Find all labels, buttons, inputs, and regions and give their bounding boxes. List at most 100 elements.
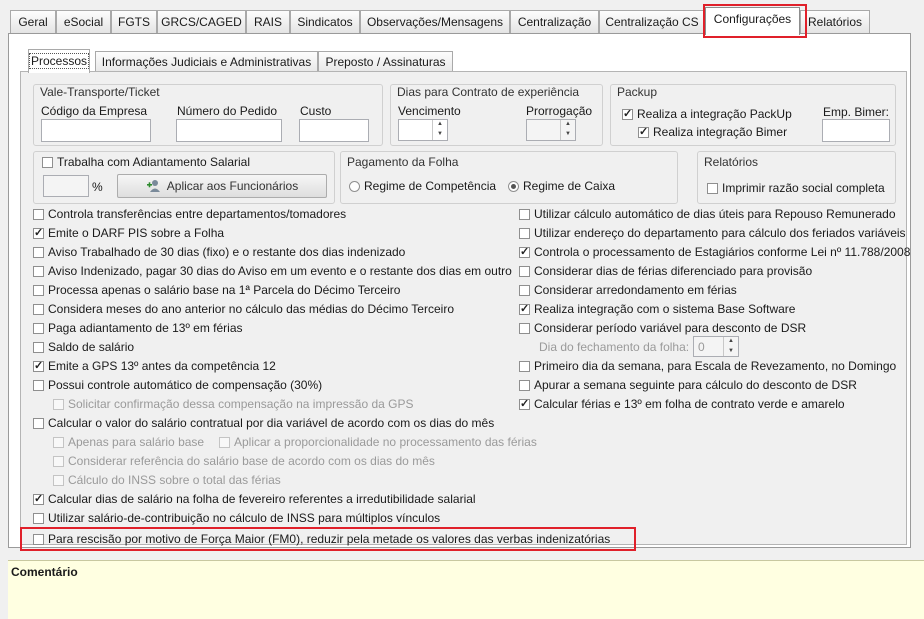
adiantamento-percent-input[interactable]: [43, 175, 89, 197]
option-confirmacao-compensacao[interactable]: Solicitar confirmação dessa compensação …: [53, 396, 414, 412]
option-label: Saldo de salário: [48, 340, 135, 354]
option-salario-dia-variavel[interactable]: Calcular o valor do salário contratual p…: [33, 415, 494, 431]
dia-fechamento-value: 0: [698, 340, 705, 354]
bimer-integracao-label: Realiza integração Bimer: [653, 125, 788, 139]
option-inss-total-ferias[interactable]: Cálculo do INSS sobre o total das férias: [53, 472, 281, 488]
spin-up-icon[interactable]: ▲: [561, 120, 575, 130]
checkbox-icon: [53, 437, 64, 448]
option-semana-seguinte-dsr[interactable]: Apurar a semana seguinte para cálculo do…: [519, 377, 857, 393]
option-apenas-salario-base[interactable]: Apenas para salário base: [53, 434, 204, 450]
option-verde-amarelo[interactable]: Calcular férias e 13º em folha de contra…: [519, 396, 845, 412]
option-ferias-diferenciado[interactable]: Considerar dias de férias diferenciado p…: [519, 263, 812, 279]
tab-grcs-caged[interactable]: GRCS/CAGED: [157, 10, 246, 33]
option-aviso-trabalhado[interactable]: Aviso Trabalhado de 30 dias (fixo) e o r…: [33, 244, 405, 260]
option-endereco-departamento[interactable]: Utilizar endereço do departamento para c…: [519, 225, 906, 241]
option-controle-compensacao[interactable]: Possui controle automático de compensaçã…: [33, 377, 322, 393]
checkbox-icon: [33, 247, 44, 258]
option-periodo-variavel-dsr[interactable]: Considerar período variável para descont…: [519, 320, 806, 336]
option-referencia-salario-base[interactable]: Considerar referência do salário base de…: [53, 453, 435, 469]
tab-fgts[interactable]: FGTS: [111, 10, 157, 33]
option-label: Considera meses do ano anterior no cálcu…: [48, 302, 454, 316]
spin-down-icon[interactable]: ▼: [561, 130, 575, 140]
prorrogacao-spinner[interactable]: ▲ ▼: [526, 119, 576, 141]
option-label: Calcular o valor do salário contratual p…: [48, 416, 495, 430]
option-label: Aviso Indenizado, pagar 30 dias do Aviso…: [48, 264, 512, 278]
regime-competencia-label: Regime de Competência: [364, 179, 497, 193]
subtab-informacoes-judiciais[interactable]: Informações Judiciais e Administrativas: [95, 51, 318, 73]
tab-rais[interactable]: RAIS: [246, 10, 290, 33]
prorrogacao-label: Prorrogação: [526, 104, 593, 118]
option-dias-uteis-repouso[interactable]: Utilizar cálculo automático de dias útei…: [519, 206, 896, 222]
option-label: Apurar a semana seguinte para cálculo do…: [534, 378, 857, 392]
checkbox-icon: [33, 266, 44, 277]
aplicar-funcionarios-label: Aplicar aos Funcionários: [166, 179, 299, 193]
option-darf-pis[interactable]: Emite o DARF PIS sobre a Folha: [33, 225, 224, 241]
option-irredutibilidade-fevereiro[interactable]: Calcular dias de salário na folha de fev…: [33, 491, 476, 507]
option-meses-ano-anterior[interactable]: Considera meses do ano anterior no cálcu…: [33, 301, 454, 317]
radio-icon: [349, 181, 360, 192]
custo-label: Custo: [300, 104, 332, 118]
tab-relatorios[interactable]: Relatórios: [800, 10, 870, 33]
option-label: Realiza integração com o sistema Base So…: [534, 302, 796, 316]
tab-centralizacao[interactable]: Centralização: [510, 10, 599, 33]
option-multiplos-vinculos[interactable]: Utilizar salário-de-contribuição no cálc…: [33, 510, 440, 526]
option-label: Apenas para salário base: [68, 435, 205, 449]
option-salario-base-13[interactable]: Processa apenas o salário base na 1ª Par…: [33, 282, 400, 298]
adiantamento-checkbox[interactable]: Trabalha com Adiantamento Salarial: [42, 154, 250, 170]
subtab-processos[interactable]: Processos: [28, 49, 90, 73]
checkbox-icon: [519, 244, 530, 260]
tab-esocial[interactable]: eSocial: [56, 10, 111, 33]
tab-configuracoes[interactable]: Configurações: [705, 7, 800, 35]
spin-up-icon[interactable]: ▲: [433, 120, 447, 130]
option-label: Emite o DARF PIS sobre a Folha: [48, 226, 225, 240]
checkbox-icon: [519, 301, 530, 317]
custo-input[interactable]: [299, 119, 369, 142]
spin-down-icon[interactable]: ▼: [724, 347, 738, 357]
option-saldo-salario[interactable]: Saldo de salário: [33, 339, 134, 355]
tab-sindicatos[interactable]: Sindicatos: [290, 10, 360, 33]
spin-down-icon[interactable]: ▼: [433, 130, 447, 140]
subtab-preposto-assinaturas[interactable]: Preposto / Assinaturas: [318, 51, 453, 73]
option-gps-13[interactable]: Emite a GPS 13º antes da competência 12: [33, 358, 276, 374]
tab-observacoes[interactable]: Observações/Mensagens: [360, 10, 510, 33]
option-label: Utilizar endereço do departamento para c…: [534, 226, 906, 240]
comment-area[interactable]: Comentário: [8, 560, 924, 619]
checkbox-icon: [519, 361, 530, 372]
aplicar-funcionarios-button[interactable]: Aplicar aos Funcionários: [117, 174, 327, 198]
vencimento-spinner[interactable]: ▲ ▼: [398, 119, 448, 141]
tab-centralizacao-cs[interactable]: Centralização CS: [599, 10, 705, 33]
checkbox-icon: [519, 396, 530, 412]
option-base-software[interactable]: Realiza integração com o sistema Base So…: [519, 301, 795, 317]
checkbox-icon: [519, 285, 530, 296]
option-label: Possui controle automático de compensaçã…: [48, 378, 323, 392]
regime-caixa-radio[interactable]: Regime de Caixa: [508, 178, 615, 194]
option-forca-maior[interactable]: Para rescisão por motivo de Força Maior …: [33, 531, 610, 547]
option-label: Paga adiantamento de 13º em férias: [48, 321, 243, 335]
option-transferencias[interactable]: Controla transferências entre departamen…: [33, 206, 346, 222]
option-arredondamento-ferias[interactable]: Considerar arredondamento em férias: [519, 282, 737, 298]
imprimir-razao-checkbox[interactable]: Imprimir razão social completa: [707, 180, 885, 196]
option-adiantamento-13-ferias[interactable]: Paga adiantamento de 13º em férias: [33, 320, 243, 336]
numero-pedido-input[interactable]: [176, 119, 282, 142]
checkbox-icon: [33, 418, 44, 429]
regime-competencia-radio[interactable]: Regime de Competência: [349, 178, 496, 194]
checkbox-icon: [33, 534, 44, 545]
pagamento-folha-title: Pagamento da Folha: [347, 155, 459, 169]
option-label: Utilizar salário-de-contribuição no cálc…: [48, 511, 441, 525]
option-escala-revezamento[interactable]: Primeiro dia da semana, para Escala de R…: [519, 358, 896, 374]
option-estagiarios-lei[interactable]: Controla o processamento de Estagiários …: [519, 244, 910, 260]
codigo-empresa-input[interactable]: [41, 119, 151, 142]
checkbox-icon: [53, 399, 64, 410]
dia-fechamento-spinner[interactable]: 0 ▲ ▼: [693, 336, 739, 357]
option-label: Controla transferências entre departamen…: [48, 207, 347, 221]
emp-bimer-input[interactable]: [822, 119, 890, 142]
tab-geral[interactable]: Geral: [10, 10, 56, 33]
subtab-processos-label: Processos: [29, 53, 90, 69]
option-label: Controla o processamento de Estagiários …: [534, 245, 911, 259]
option-aviso-indenizado[interactable]: Aviso Indenizado, pagar 30 dias do Aviso…: [33, 263, 512, 279]
spin-up-icon[interactable]: ▲: [724, 337, 738, 347]
packup-integracao-checkbox[interactable]: Realiza a integração PackUp: [622, 106, 792, 122]
checkbox-icon: [53, 475, 64, 486]
bimer-integracao-checkbox[interactable]: Realiza integração Bimer: [638, 124, 787, 140]
option-proporcionalidade-ferias[interactable]: Aplicar a proporcionalidade no processam…: [219, 434, 537, 450]
